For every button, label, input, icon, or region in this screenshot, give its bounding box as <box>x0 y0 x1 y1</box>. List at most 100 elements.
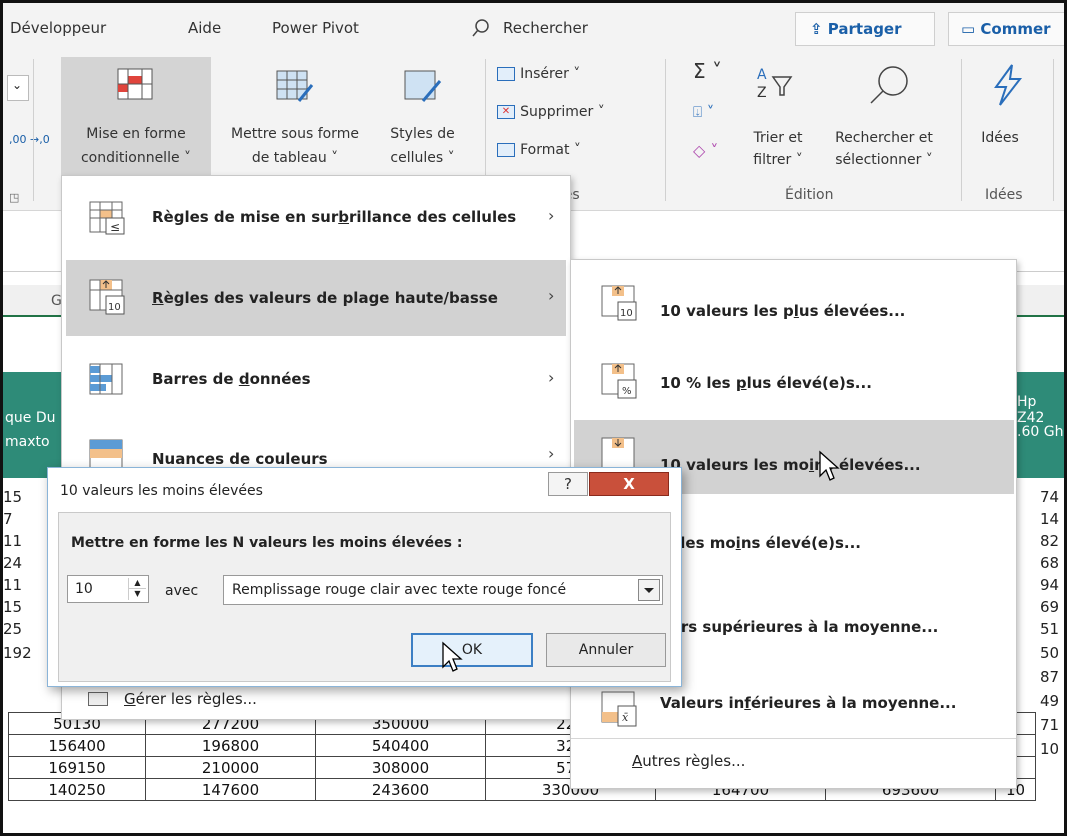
dialog-launcher-icon[interactable]: ◳ <box>9 191 19 204</box>
table-cell[interactable]: 68 <box>1040 554 1059 572</box>
dropdown-arrow-icon[interactable] <box>638 579 660 601</box>
conditional-format-icon <box>117 68 153 100</box>
table-cell[interactable]: 49 <box>1040 692 1059 710</box>
table-cell[interactable]: 192 <box>3 644 32 662</box>
help-button[interactable]: ? <box>548 472 588 496</box>
format-combobox[interactable]: Remplissage rouge clair avec texte rouge… <box>223 575 663 605</box>
table-cell[interactable]: 11 <box>3 532 22 550</box>
clear-icon[interactable]: ◇ ˅ <box>693 141 718 160</box>
table-cell[interactable]: 51 <box>1040 620 1059 638</box>
chevron-right-icon: › <box>548 444 555 463</box>
ok-button[interactable]: OK <box>411 633 533 667</box>
menu-item-top-bottom-rules[interactable]: 10 Règles des valeurs de plage haute/bas… <box>66 260 566 336</box>
submenu-item-top-10-percent[interactable]: % 10 % les plus élevé(e)s... <box>574 348 1014 422</box>
less-equal-glyph: ≤ <box>110 220 120 234</box>
ribbon-tab-bar: Développeur Aide Power Pivot Rechercher … <box>3 3 1067 53</box>
chevron-down-icon: ⌄ <box>12 78 23 92</box>
table-cell[interactable]: 147600 <box>145 778 316 801</box>
delete-cells-icon: ✕ <box>497 104 515 119</box>
count-value[interactable]: 10 <box>75 581 93 597</box>
with-label: avec <box>165 583 199 599</box>
tab-developer[interactable]: Développeur <box>10 19 106 37</box>
submenu-item-label: % les moins élevé(e)s... <box>660 534 861 552</box>
close-button[interactable]: X <box>589 472 669 496</box>
table-cell[interactable]: 210000 <box>145 756 316 779</box>
tab-help[interactable]: Aide <box>188 19 221 37</box>
ten-glyph: 10 <box>620 308 633 319</box>
table-format-icon <box>276 70 314 102</box>
chevron-right-icon: › <box>548 206 555 225</box>
table-cell[interactable]: 7 <box>3 510 13 528</box>
table-cell[interactable]: 196800 <box>145 734 316 757</box>
format-option-value: Remplissage rouge clair avec texte rouge… <box>232 582 567 598</box>
table-cell[interactable]: 25 <box>3 620 22 638</box>
table-cell[interactable]: 169150 <box>8 756 146 779</box>
table-cell[interactable]: 14 <box>1040 510 1059 528</box>
table-cell[interactable]: 15 <box>3 598 22 616</box>
delete-label: Supprimer ˅ <box>520 104 605 120</box>
insert-button[interactable]: Insérer ˅ <box>497 63 580 82</box>
dialog-title: 10 valeurs les moins élevées <box>60 483 263 499</box>
ideas-group-label: Idées <box>985 187 1023 203</box>
share-icon: ⇪ <box>810 20 828 38</box>
submenu-item-more-rules[interactable]: Autres règles... <box>574 746 1014 780</box>
table-cell[interactable]: 24 <box>3 554 22 572</box>
table-cell[interactable]: 50 <box>1040 644 1059 662</box>
fill-icon[interactable]: ⍗ ˅ <box>693 103 714 121</box>
menu-item-manage-rules[interactable]: Gérer les règles... <box>66 684 566 716</box>
table-cell[interactable]: 69 <box>1040 598 1059 616</box>
cond-format-label-2: conditionnelle ˅ <box>80 150 192 166</box>
search-icon[interactable] <box>470 17 492 39</box>
number-format-dropdown[interactable]: ⌄ <box>7 75 29 101</box>
table-cell[interactable]: 94 <box>1040 576 1059 594</box>
table-cell[interactable]: 82 <box>1040 532 1059 550</box>
table-cell[interactable]: 243600 <box>315 778 486 801</box>
table-cell[interactable]: 11 <box>3 576 22 594</box>
submenu-item-label: Autres règles... <box>632 752 746 770</box>
table-format-label-1: Mettre sous forme <box>231 126 359 142</box>
chevron-right-icon: › <box>548 286 555 305</box>
submenu-item-label: 10 % les plus élevé(e)s... <box>660 374 872 392</box>
find-magnifier-icon <box>870 66 908 104</box>
format-label: Format ˅ <box>520 142 581 158</box>
format-button[interactable]: Format ˅ <box>497 139 581 158</box>
comments-button[interactable]: ▭ Commer <box>948 12 1067 46</box>
ideas-button[interactable]: Idées <box>968 57 1048 181</box>
submenu-item-label: eurs supérieures à la moyenne... <box>660 618 939 636</box>
header-right-line2: .60 Gh <box>1017 424 1064 440</box>
mouse-pointer-icon <box>819 450 840 481</box>
delete-button[interactable]: ✕ Supprimer ˅ <box>497 101 605 120</box>
spinner-buttons[interactable]: ▲ ▼ <box>128 578 146 600</box>
cell-styles-label-2: cellules ˅ <box>390 150 455 166</box>
find-label-1: Rechercher et <box>835 130 933 146</box>
menu-item-label: Gérer les règles... <box>124 690 257 708</box>
menu-item-label: Règles de mise en surbrillance des cellu… <box>152 208 517 226</box>
table-cell[interactable]: 71 <box>1040 716 1059 734</box>
table-cell[interactable]: 87 <box>1040 668 1059 686</box>
sort-label-1: Trier et <box>753 130 803 146</box>
table-cell[interactable]: 308000 <box>315 756 486 779</box>
count-spinner[interactable]: 10 ▲ ▼ <box>67 575 149 603</box>
dialog-prompt: Mettre en forme les N valeurs les moins … <box>71 535 463 551</box>
sort-filter-button[interactable]: A Z Trier et filtrer ˅ <box>743 57 823 181</box>
share-button[interactable]: ⇪ Partager <box>795 12 935 46</box>
spinner-up-icon[interactable]: ▲ <box>129 578 146 589</box>
table-cell[interactable]: 15 <box>3 488 22 506</box>
dialog-body: Mettre en forme les N valeurs les moins … <box>58 512 671 682</box>
table-cell[interactable]: 10 <box>1040 740 1059 758</box>
header-left-line1: que Du <box>5 410 56 426</box>
decimal-button[interactable]: ,00 →,0 <box>9 133 50 146</box>
table-cell[interactable]: 540400 <box>315 734 486 757</box>
submenu-item-top-10[interactable]: 10 10 valeurs les plus élevées... <box>574 266 1014 340</box>
menu-item-highlight-rules[interactable]: ≤ Règles de mise en surbrillance des cel… <box>66 180 566 256</box>
cancel-button[interactable]: Annuler <box>546 633 666 667</box>
table-cell[interactable]: 74 <box>1040 488 1059 506</box>
search-box[interactable]: Rechercher <box>503 19 588 37</box>
table-cell[interactable]: 156400 <box>8 734 146 757</box>
tab-power-pivot[interactable]: Power Pivot <box>272 19 359 37</box>
spinner-down-icon[interactable]: ▼ <box>129 589 146 600</box>
find-select-button[interactable]: Rechercher et sélectionner ˅ <box>819 57 949 181</box>
table-cell[interactable]: 140250 <box>8 778 146 801</box>
autosum-icon[interactable]: Σ ˅ <box>693 59 722 83</box>
menu-item-data-bars[interactable]: Barres de données › <box>66 342 566 418</box>
